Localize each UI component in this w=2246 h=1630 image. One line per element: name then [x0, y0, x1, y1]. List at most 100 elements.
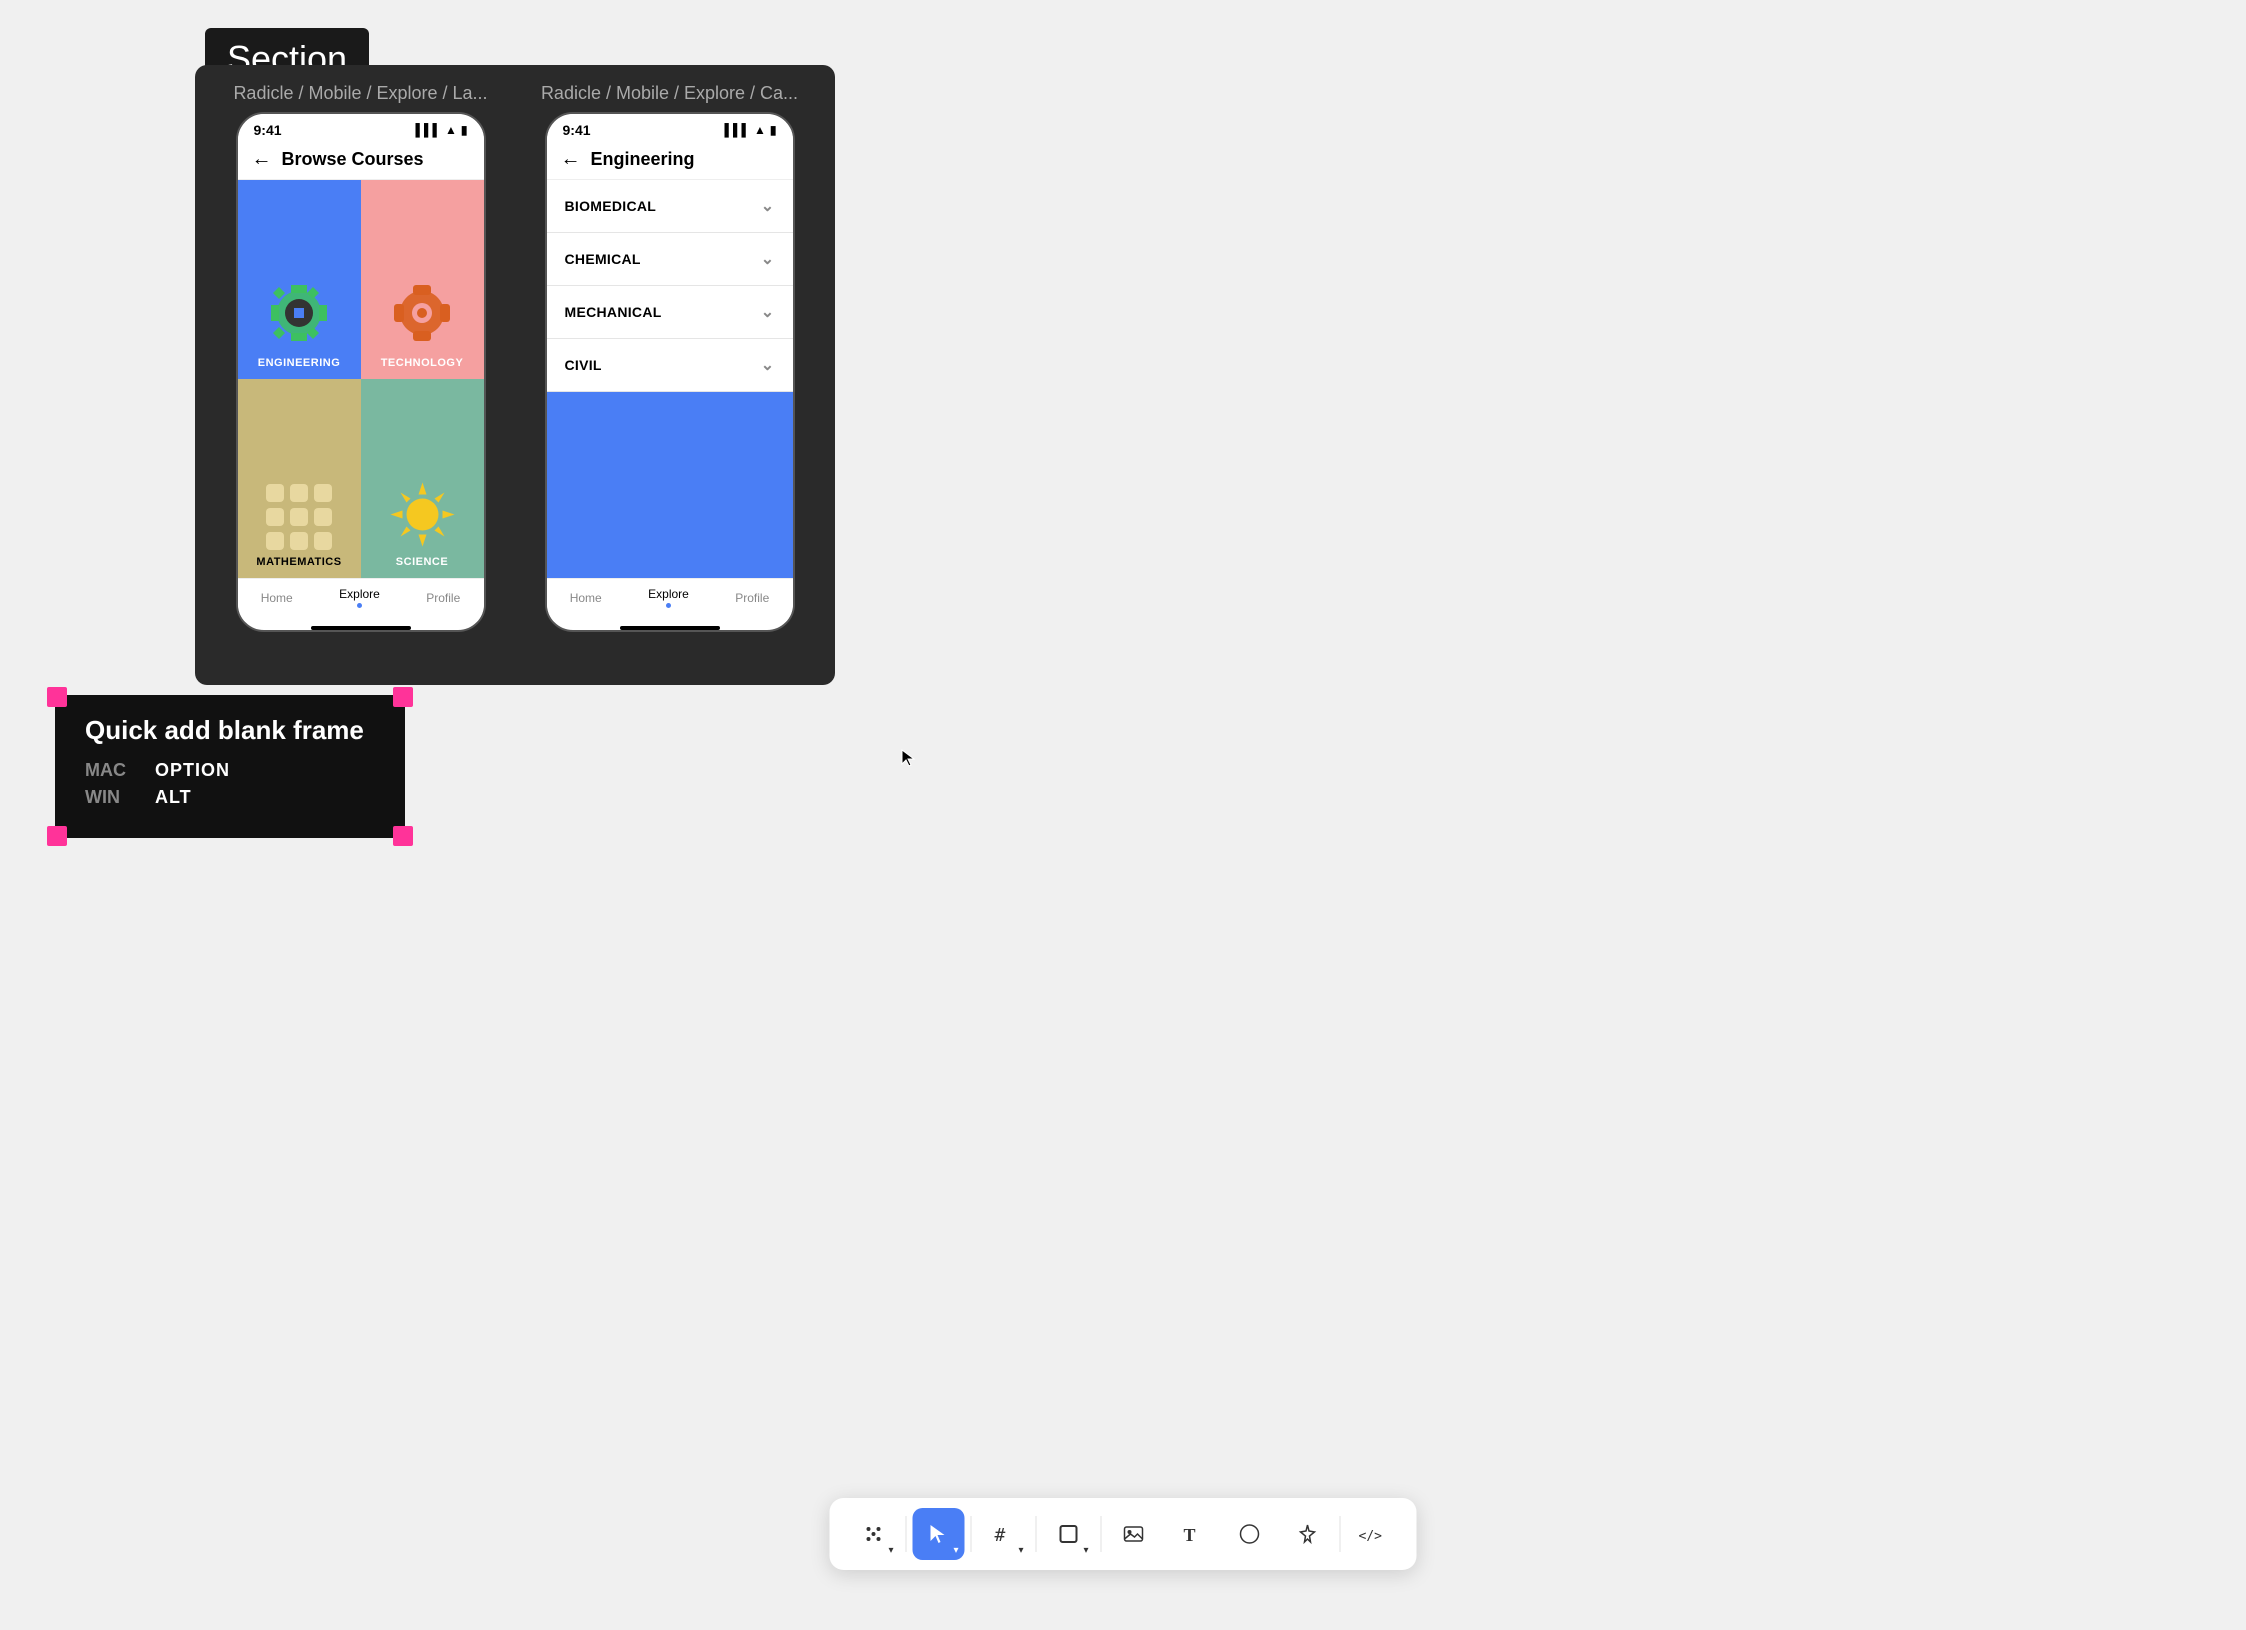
shape-icon	[1058, 1523, 1080, 1545]
eng-item-civil[interactable]: CIVIL ⌄	[547, 339, 793, 392]
eng-item-biomedical[interactable]: BIOMEDICAL ⌄	[547, 180, 793, 233]
tile-mathematics-label: MATHEMATICS	[256, 556, 341, 568]
toolbar-sep-3	[1036, 1516, 1037, 1552]
tile-engineering[interactable]: ENGINEERING	[238, 180, 361, 379]
biomedical-label: BIOMEDICAL	[565, 198, 657, 214]
toolbar-sep-1	[906, 1516, 907, 1552]
corner-handle-tl[interactable]	[47, 687, 67, 707]
bottom-toolbar: # T </>	[830, 1498, 1417, 1570]
tooltip-win-row: WIN ALT	[85, 787, 375, 808]
nav-home-2[interactable]: Home	[570, 591, 602, 605]
chevron-civil-icon: ⌄	[761, 355, 775, 375]
tile-science[interactable]: SCIENCE	[361, 379, 484, 578]
explore-label-2: Explore	[648, 587, 689, 601]
phone2-status-bar: 9:41 ▌▌▌ ▲ ▮	[547, 114, 793, 142]
home-label-2: Home	[570, 591, 602, 605]
text-icon: T	[1181, 1523, 1203, 1545]
corner-handle-tr[interactable]	[393, 687, 413, 707]
phone1-bottom-nav: Home Explore Profile	[238, 578, 484, 622]
phone2-status-icons: ▌▌▌ ▲ ▮	[724, 123, 776, 137]
nav-profile-1[interactable]: Profile	[426, 591, 460, 605]
chevron-mechanical-icon: ⌄	[761, 302, 775, 322]
signal-icon-2: ▌▌▌	[724, 123, 750, 137]
chevron-chemical-icon: ⌄	[761, 249, 775, 269]
battery-icon-2: ▮	[770, 123, 777, 137]
home-indicator-1	[311, 626, 411, 630]
tooltip-mac-platform: MAC	[85, 760, 135, 781]
chemical-label: CHEMICAL	[565, 251, 641, 267]
svg-text:T: T	[1184, 1525, 1196, 1545]
nav-explore-1[interactable]: Explore	[339, 587, 380, 608]
eng-item-mechanical[interactable]: MECHANICAL ⌄	[547, 286, 793, 339]
corner-handle-br[interactable]	[393, 826, 413, 846]
comment-icon	[1239, 1523, 1261, 1545]
tile-engineering-label: ENGINEERING	[258, 357, 341, 369]
gear-green-icon	[259, 273, 339, 353]
tile-technology-label: TECHNOLOGY	[381, 357, 464, 369]
image-tool-button[interactable]	[1108, 1508, 1160, 1560]
phone2-breadcrumb: Radicle / Mobile / Explore / Ca...	[522, 83, 817, 104]
pointer-tool-button[interactable]	[913, 1508, 965, 1560]
chevron-biomedical-icon: ⌄	[761, 196, 775, 216]
eng-item-chemical[interactable]: CHEMICAL ⌄	[547, 233, 793, 286]
comment-tool-button[interactable]	[1224, 1508, 1276, 1560]
toolbar-sep-4	[1101, 1516, 1102, 1552]
sun-icon	[385, 477, 460, 552]
civil-label: CIVIL	[565, 357, 602, 373]
shape-tool-button[interactable]	[1043, 1508, 1095, 1560]
svg-text:</>: </>	[1359, 1529, 1383, 1544]
tooltip-popup: Quick add blank frame MAC OPTION WIN ALT	[55, 695, 405, 838]
nav-home-1[interactable]: Home	[261, 591, 293, 605]
phone2-bottom-nav: Home Explore Profile	[547, 578, 793, 622]
engineering-list: BIOMEDICAL ⌄ CHEMICAL ⌄ MECHANICAL ⌄ CIV…	[547, 180, 793, 578]
phone2-time: 9:41	[563, 122, 591, 138]
home-label: Home	[261, 591, 293, 605]
tile-mathematics[interactable]: MATHEMATICS	[238, 379, 361, 578]
home-indicator-2	[620, 626, 720, 630]
toolbar-sep-5	[1340, 1516, 1341, 1552]
nav-explore-2[interactable]: Explore	[648, 587, 689, 608]
profile-label: Profile	[426, 591, 460, 605]
text-tool-button[interactable]: T	[1166, 1508, 1218, 1560]
phone1-status-icons: ▌▌▌ ▲ ▮	[415, 123, 467, 137]
canvas-area: Radicle / Mobile / Explore / La... 9:41 …	[195, 65, 835, 685]
pointer-icon	[928, 1523, 950, 1545]
phone2-title: Engineering	[591, 149, 695, 170]
select-tool-button[interactable]	[848, 1508, 900, 1560]
explore-label: Explore	[339, 587, 380, 601]
code-tool-button[interactable]: </>	[1347, 1508, 1399, 1560]
phone1-title: Browse Courses	[282, 149, 424, 170]
mechanical-label: MECHANICAL	[565, 304, 662, 320]
frame-tool-button[interactable]: #	[978, 1508, 1030, 1560]
signal-icon: ▌▌▌	[415, 123, 441, 137]
cursor	[900, 748, 920, 768]
phone1-time: 9:41	[254, 122, 282, 138]
select-icon	[863, 1523, 885, 1545]
courses-grid: ENGINEERING	[238, 180, 484, 578]
math-grid-icon	[264, 482, 334, 552]
tooltip-mac-key: OPTION	[155, 760, 230, 781]
phone1-breadcrumb: Radicle / Mobile / Explore / La...	[213, 83, 508, 104]
pen-tool-button[interactable]	[1282, 1508, 1334, 1560]
phone1-frame: 9:41 ▌▌▌ ▲ ▮ ← Browse Courses	[236, 112, 486, 632]
corner-handle-bl[interactable]	[47, 826, 67, 846]
image-icon	[1123, 1523, 1145, 1545]
profile-label-2: Profile	[735, 591, 769, 605]
phone1-status-bar: 9:41 ▌▌▌ ▲ ▮	[238, 114, 484, 142]
tile-technology[interactable]: TECHNOLOGY	[361, 180, 484, 379]
tooltip-win-key: ALT	[155, 787, 192, 808]
gear-orange-icon	[382, 273, 462, 353]
pen-icon	[1297, 1523, 1319, 1545]
frame-icon: #	[993, 1523, 1015, 1545]
back-arrow-icon[interactable]: ←	[252, 148, 272, 171]
tooltip-title: Quick add blank frame	[85, 715, 375, 746]
nav-profile-2[interactable]: Profile	[735, 591, 769, 605]
back-arrow-icon-2[interactable]: ←	[561, 148, 581, 171]
tile-science-label: SCIENCE	[396, 556, 448, 568]
tooltip-mac-row: MAC OPTION	[85, 760, 375, 781]
wifi-icon: ▲	[445, 123, 457, 137]
phone2-header: ← Engineering	[547, 142, 793, 180]
phone2-wrapper: Radicle / Mobile / Explore / Ca... 9:41 …	[522, 83, 817, 667]
phone1-wrapper: Radicle / Mobile / Explore / La... 9:41 …	[213, 83, 508, 667]
tooltip-win-platform: WIN	[85, 787, 135, 808]
